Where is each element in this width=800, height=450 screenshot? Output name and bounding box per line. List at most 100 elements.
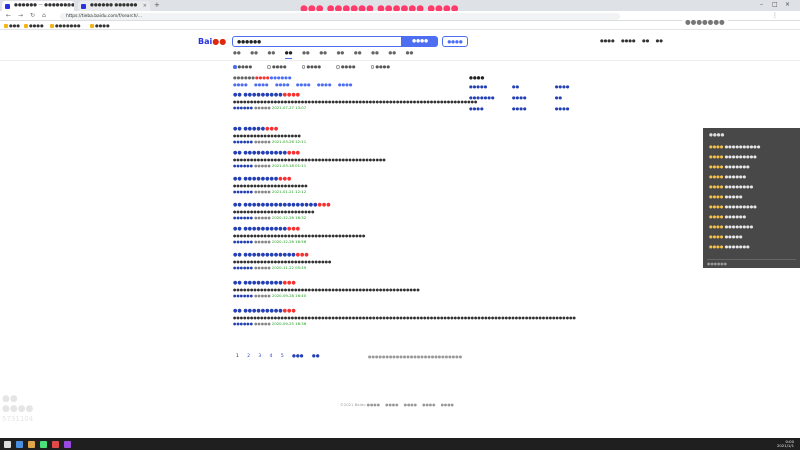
category-tab[interactable]: ●● (388, 51, 396, 58)
radio-icon (301, 65, 306, 69)
result-title[interactable]: ●● ●●●●●●●●●●● (233, 176, 463, 182)
top-link[interactable]: ●● (656, 38, 663, 43)
result-item: ●● ●●●●●●●●●●●●● ●●●●●●●●●●●●●●●●●●●●●●●… (233, 92, 477, 110)
result-title[interactable]: ●● ●●●●●●●●●●●●●●●●●●●● (233, 202, 463, 208)
category-tab[interactable]: ●● (371, 51, 379, 58)
browser-toolbar: ← → ↻ ⌂ https://tieba.baidu.com/f/search… (0, 11, 800, 21)
page-link[interactable]: 2 (247, 354, 250, 359)
related-item[interactable]: ●●●●●●● (469, 95, 512, 100)
related-item[interactable]: ●●●● (469, 106, 512, 111)
search-input[interactable]: ●●●●●● (232, 36, 402, 47)
footer-link[interactable]: ●●●● (385, 402, 398, 407)
category-tab[interactable]: ●● (233, 51, 241, 58)
filter-option[interactable]: ●●●● (267, 64, 293, 69)
page-link[interactable]: 4 (270, 354, 273, 359)
related-item[interactable]: ●●●● (512, 106, 555, 111)
close-tab-icon[interactable]: × (143, 3, 147, 9)
bookmark-item[interactable]: ●●●● (90, 23, 110, 28)
bookmark-item[interactable]: ●●● (4, 23, 20, 28)
related-query[interactable]: ●●●● (254, 82, 269, 87)
home-icon[interactable]: ⌂ (42, 12, 46, 19)
browser-tab-1[interactable]: ●●●●●● — ●●●●●●●●● × (2, 1, 74, 11)
result-meta: ●●●●●● ●●●●● 2021-01-21 12:12 (233, 189, 307, 194)
related-query[interactable]: ●●●● (275, 82, 290, 87)
related-query[interactable]: ●●●● (338, 82, 353, 87)
category-tab[interactable]: ●● (250, 51, 258, 58)
category-tab[interactable]: ●● (354, 51, 362, 58)
page-current[interactable]: 1 (236, 354, 239, 359)
result-title[interactable]: ●● ●●●●●●●●●●●●● (233, 150, 463, 156)
maximize-icon[interactable]: □ (772, 1, 778, 8)
page-link[interactable]: 5 (281, 354, 284, 359)
related-item[interactable]: ●● (512, 84, 555, 89)
forward-icon[interactable]: → (18, 12, 23, 19)
filter-option[interactable]: ●●●● (336, 64, 362, 69)
footer-link[interactable]: ●●●● (422, 402, 435, 407)
result-item: ●● ●●●●●●●●●●●●● ●●●●●●●●●●●●●●●●●●●●●●●… (233, 226, 463, 244)
secondary-search-button[interactable]: ●●●● (442, 36, 468, 47)
category-tab[interactable]: ●● (302, 51, 310, 58)
bookmark-item[interactable]: ●●●● (24, 23, 44, 28)
related-item[interactable]: ●●●●● (469, 84, 512, 89)
top-link[interactable]: ●●●● (600, 38, 615, 43)
footer-link[interactable]: ●●●● (404, 402, 417, 407)
filter-option[interactable]: ●●●● (301, 64, 328, 69)
result-title[interactable]: ●● ●●●●●●●●●●●●● (233, 226, 463, 232)
related-item[interactable]: ●●●● (555, 84, 598, 89)
category-tab[interactable]: ●● (268, 51, 276, 58)
result-title[interactable]: ●● ●●●●●●●●●●●●●●● (233, 252, 463, 258)
result-meta: ●●●●●● ●●●●● 2021-07-27 13:07 (233, 105, 307, 110)
related-query[interactable]: ●●●● (296, 82, 311, 87)
filter-option[interactable]: ●●●● (370, 64, 397, 69)
page-link[interactable]: 3 (258, 354, 261, 359)
related-query[interactable]: ●●●● (233, 82, 248, 87)
close-window-icon[interactable]: × (785, 1, 790, 8)
taskbar-app-icon[interactable] (28, 440, 35, 448)
footer-link[interactable]: ●●●● (441, 402, 454, 407)
taskbar-app-icon[interactable] (40, 440, 47, 448)
category-tab-active[interactable]: ●● (284, 51, 293, 59)
start-icon[interactable] (4, 440, 11, 448)
last-page-link[interactable]: ●● (312, 354, 320, 359)
chat-message: ●●●● ●●●●●●●●● (709, 154, 757, 159)
search-button[interactable]: ●●●● (402, 36, 438, 47)
result-title[interactable]: ●● ●●●●●●●●●●●● (233, 308, 463, 314)
top-link[interactable]: ●●●● (621, 38, 636, 43)
minimize-icon[interactable]: – (760, 1, 763, 8)
taskbar-clock[interactable]: 0:00 2021/1/1 (777, 439, 794, 449)
bookmark-item[interactable]: ●●●●●●● (50, 23, 81, 28)
tip-link[interactable]: ●●●●●● (270, 75, 292, 80)
back-icon[interactable]: ← (6, 12, 11, 19)
result-title[interactable]: ●● ●●●●●●●● (233, 126, 463, 132)
result-filters: ●●●● ●●●● ●●●● ●●●● ●●●● (233, 64, 404, 69)
taskbar-app-icon[interactable] (52, 440, 59, 448)
result-snippet: ●●●●●●●●●●●●●●●●●●●●●●●●●●●●● (233, 259, 332, 264)
result-title[interactable]: ●● ●●●●●●●●●●●● (233, 280, 463, 286)
related-item[interactable]: ●●●● (555, 106, 598, 111)
chat-input[interactable]: ●●●●●● (707, 259, 796, 266)
reload-icon[interactable]: ↻ (30, 12, 35, 19)
related-item[interactable]: ●●●● (512, 95, 555, 100)
result-meta: ●●●●●● ●●●●● 2020-12-26 16:56 (233, 239, 307, 244)
taskbar-app-icon[interactable] (16, 440, 23, 448)
category-tab[interactable]: ●● (406, 51, 414, 58)
site-logo[interactable]: Bai●● (198, 37, 226, 46)
result-snippet: ●●●●●●●●●●●●●●●●●●●● (233, 133, 301, 138)
taskbar-app-icon[interactable] (64, 440, 71, 448)
related-item[interactable]: ●● (555, 95, 598, 100)
top-link[interactable]: ●● (642, 38, 649, 43)
related-query[interactable]: ●●●● (317, 82, 332, 87)
category-tab[interactable]: ●● (337, 51, 345, 58)
close-tab-icon[interactable]: × (67, 3, 71, 9)
category-tabs: ●● ●● ●● ●● ●● ●● ●● ●● ●● ●● ●● (233, 50, 421, 60)
new-tab-button[interactable]: + (154, 1, 160, 9)
browser-tab-2[interactable]: ●●●●●● ●●●●●● × (78, 1, 150, 11)
url-text: https://tieba.baidu.com/f/search/... (66, 13, 143, 19)
result-title[interactable]: ●● ●●●●●●●●●●●●● (233, 92, 463, 98)
filter-option[interactable]: ●●●● (233, 64, 259, 69)
category-tab[interactable]: ●● (319, 51, 327, 58)
address-bar[interactable]: https://tieba.baidu.com/f/search/... (60, 12, 620, 20)
chat-message: ●●●● ●●●●●●● (709, 244, 750, 249)
menu-icon[interactable]: ⋮ (772, 12, 778, 19)
next-page-link[interactable]: ●●● (292, 354, 304, 359)
